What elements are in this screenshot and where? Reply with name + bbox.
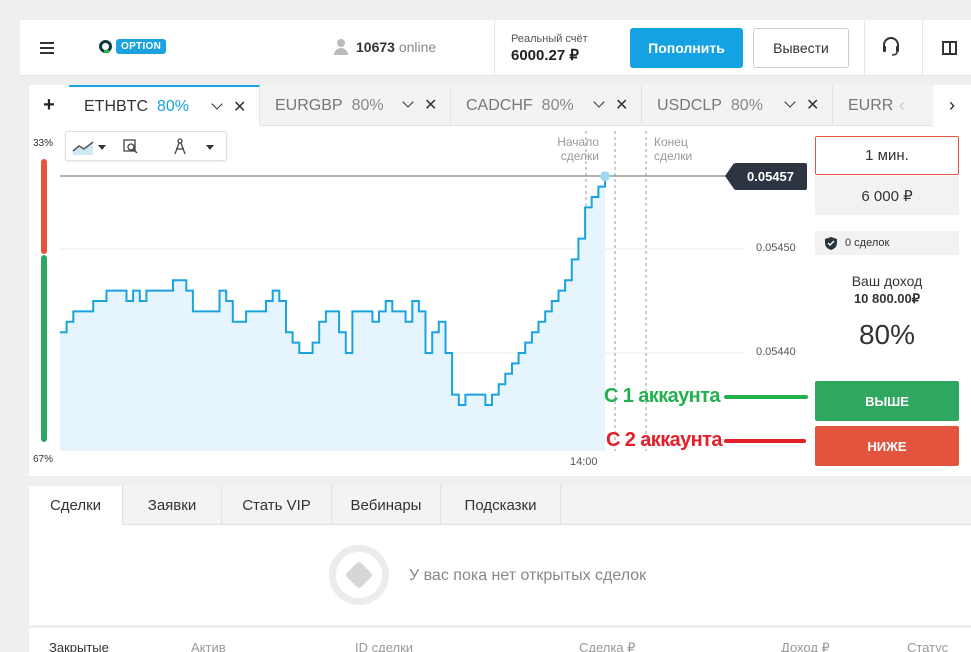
tab-webinars[interactable]: Вебинары [332,486,441,525]
zoom-search-icon[interactable] [123,138,139,156]
empty-state-icon [329,545,389,605]
tab-cadchf[interactable]: CADCHF 80% ✕ [451,85,642,126]
bottom-tabs-bar: Сделки Заявки Стать VIP Вебинары Подсказ… [29,486,971,525]
sentiment-up-pct: 33% [33,138,54,149]
sentiment-up-bar [41,255,47,442]
online-label: online [398,39,437,55]
drawing-tools-icon[interactable] [172,138,188,156]
column-header-deal-id: ID сделки [355,640,414,652]
balance-value: 6000.27 ₽ [511,47,579,64]
user-icon [334,39,348,55]
deal-end-label: Конец сделки [654,135,693,163]
tabs-scroll-left-icon[interactable]: ‹ [899,95,905,116]
logo-text: OPTION [116,39,167,54]
tab-become-vip[interactable]: Стать VIP [222,486,332,525]
x-tick-label: 14:00 [570,456,598,468]
tab-eurgbp[interactable]: EURGBP 80% ✕ [260,85,451,126]
caret-down-icon[interactable] [206,145,214,150]
tab-asset-name: USDCLP [657,96,722,114]
annotation-account-1: С 1 аккаунта [604,385,720,407]
header-divider [864,20,865,76]
duration-selector[interactable]: 1 мин. [815,136,959,175]
current-price-tag: 0.05457 [725,163,807,190]
close-icon[interactable]: ✕ [615,95,628,115]
side-panel-icon[interactable] [942,41,957,55]
deal-start-label: Начало сделки [557,135,599,163]
column-header-status: Статус [907,640,949,652]
shield-icon [825,236,837,250]
headset-support-icon[interactable] [882,37,900,57]
tab-asset-name: CADCHF [466,96,533,114]
chevron-down-icon[interactable] [593,96,605,108]
tab-payout-pct: 80% [541,96,574,114]
tab-hints[interactable]: Подсказки [441,486,561,525]
chart-canvas [60,131,744,451]
chart-toolbar [65,131,227,161]
close-icon[interactable]: ✕ [806,95,819,115]
lower-button[interactable]: НИЖЕ [815,426,959,466]
asset-tabs-bar: + ETHBTC 80% ✕ EURGBP 80% ✕ CADCHF 80% ✕… [29,85,971,126]
column-header-closed[interactable]: Закрытые [49,640,109,652]
header-divider [922,20,923,76]
tab-deals[interactable]: Сделки [29,486,123,525]
y-tick-label: 0.05450 [756,242,796,254]
close-icon[interactable]: ✕ [233,97,246,117]
tab-ethbtc[interactable]: ETHBTC 80% ✕ [69,85,260,126]
tab-asset-name: EURGBP [275,96,343,114]
tab-orders[interactable]: Заявки [123,486,222,525]
balance-label: Реальный счёт [511,33,588,45]
add-asset-plus-icon[interactable]: + [29,85,69,126]
open-deals-panel: У вас пока нет открытых сделок [29,525,971,625]
column-header-deal-amount: Сделка ₽ [579,640,636,652]
top-header: OPTION 10673 online Реальный счёт 6000.2… [20,20,971,76]
income-value: 10 800.00₽ [853,291,921,306]
tab-asset-name: ETHBTC [84,97,148,115]
logo[interactable]: OPTION [99,39,167,54]
hamburger-menu-icon[interactable] [40,42,54,54]
annotation-account-2: С 2 аккаунта [606,429,722,451]
tab-asset-name: EURR [848,96,893,114]
deposit-button[interactable]: Пополнить [630,28,743,68]
income-label: Ваш доход [851,273,923,289]
amount-input[interactable]: 6 000 ₽ [815,176,959,215]
chart-type-icon[interactable] [72,138,94,156]
caret-down-icon[interactable] [98,145,106,150]
empty-state-text: У вас пока нет открытых сделок [409,567,647,584]
annotation-arrow-line [724,439,806,443]
current-price-dot [600,171,610,182]
sentiment-down-bar [41,159,47,254]
column-header-asset: Актив [191,640,226,652]
tab-payout-pct: 80% [730,96,763,114]
header-divider [494,20,495,76]
online-counter: 10673 online [334,39,436,55]
tabs-scroll-right-icon[interactable]: › [933,85,971,126]
y-tick-label: 0.05440 [756,346,796,358]
online-count: 10673 [356,39,395,55]
trade-panel: 1 мин. 6 000 ₽ 0 сделок Ваш доход 10 800… [809,126,971,476]
withdraw-button[interactable]: Вывести [753,28,849,68]
chevron-down-icon[interactable] [211,98,223,110]
logo-mark-icon [99,40,112,53]
sentiment-down-pct: 67% [33,454,54,465]
price-area-fill [60,176,605,451]
column-header-income: Доход ₽ [781,640,830,652]
deals-counter: 0 сделок [815,231,959,255]
tab-payout-pct: 80% [351,96,384,114]
annotation-arrow-line [724,395,808,399]
price-chart[interactable]: 33% 67% Начало сделки Конец сделки 0.054… [29,126,809,476]
payout-percent: 80% [858,319,916,350]
chevron-down-icon[interactable] [784,96,796,108]
deals-count: 0 сделок [845,237,890,249]
chevron-down-icon[interactable] [402,96,414,108]
tab-payout-pct: 80% [157,97,190,115]
balance-block[interactable]: Реальный счёт 6000.27 ₽ [511,33,588,64]
closed-deals-table-header: Закрытые Актив ID сделки Сделка ₽ Доход … [29,628,971,652]
tab-eurr[interactable]: EURR [833,85,893,126]
close-icon[interactable]: ✕ [424,95,437,115]
higher-button[interactable]: ВЫШЕ [815,381,959,421]
tab-usdclp[interactable]: USDCLP 80% ✕ [642,85,833,126]
